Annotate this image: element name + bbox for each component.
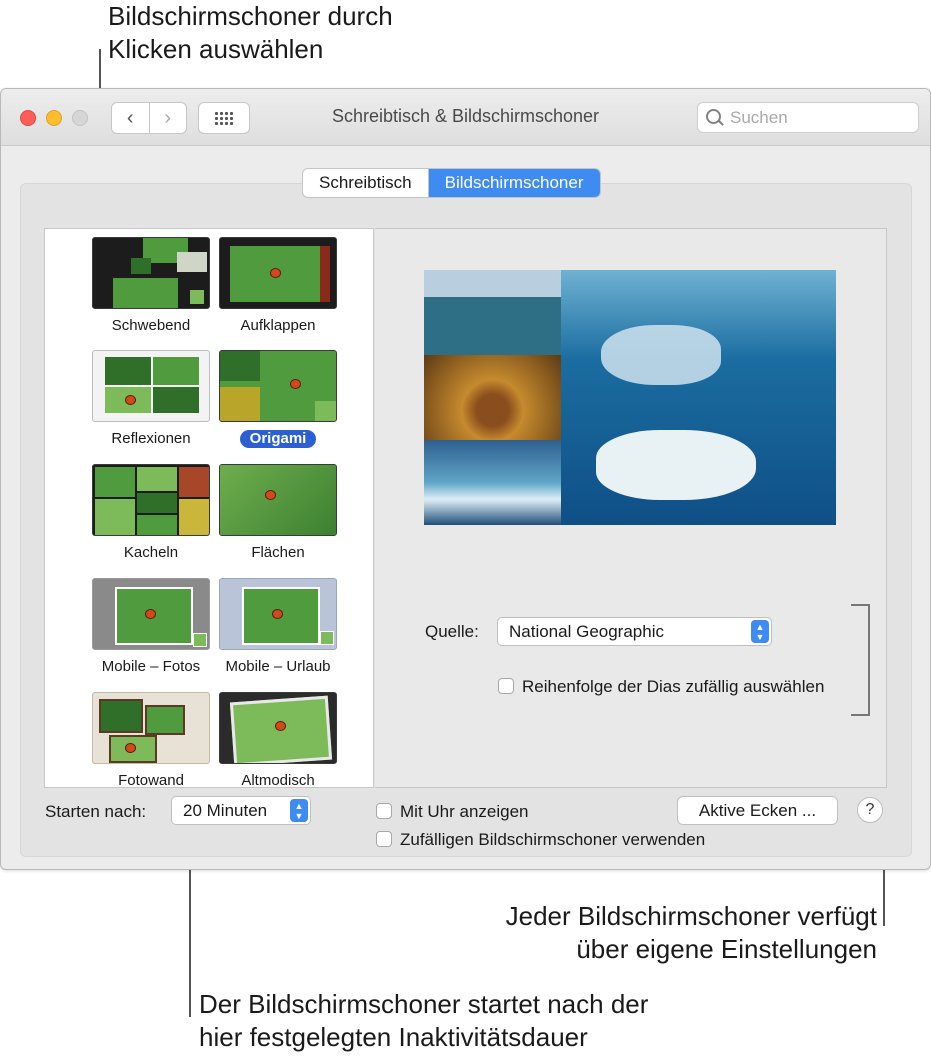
screensaver-label: Kacheln <box>123 544 179 561</box>
forward-icon[interactable]: › <box>148 103 187 133</box>
screensaver-thumbnail <box>92 692 210 764</box>
screensaver-label: Aufklappen <box>240 317 316 334</box>
settings-bracket <box>851 604 870 716</box>
screensaver-thumbnail <box>92 237 210 309</box>
title-bar: ‹ › Schreibtisch & Bildschirmschoner <box>1 89 930 146</box>
screensaver-label: Origami <box>239 430 317 448</box>
screensaver-list[interactable]: Schwebend Aufklappen Reflexionen Origami <box>44 228 374 788</box>
screensaver-label: Fotowand <box>118 772 184 788</box>
callout-select-screensaver: Bildschirmschoner durch Klicken auswähle… <box>108 1 393 64</box>
screensaver-thumbnail <box>92 464 210 536</box>
chevron-updown-icon: ▲ ▼ <box>290 799 308 822</box>
search-icon <box>706 109 721 124</box>
show-clock-checkbox[interactable] <box>376 803 392 819</box>
show-all-button[interactable] <box>198 102 250 134</box>
screensaver-preview <box>424 270 836 525</box>
search-input[interactable] <box>728 106 912 130</box>
screensaver-label: Reflexionen <box>111 430 191 447</box>
screensaver-thumbnail <box>219 237 337 309</box>
preview-photo-penguins <box>424 270 561 355</box>
help-button[interactable]: ? <box>857 797 883 823</box>
screensaver-label: Mobile – Fotos <box>101 658 201 675</box>
screensaver-thumbnail <box>92 350 210 422</box>
zoom-button[interactable] <box>72 110 88 126</box>
screensaver-item-origami[interactable]: Origami <box>203 350 353 448</box>
chevron-updown-icon: ▲ ▼ <box>751 620 769 643</box>
start-after-popup[interactable]: 20 Minuten ▲ ▼ <box>171 796 311 825</box>
screensaver-item-flaechen[interactable]: Flächen <box>203 464 353 562</box>
screensaver-label: Mobile – Urlaub <box>225 658 331 675</box>
source-value: National Geographic <box>509 622 664 641</box>
shuffle-label: Reihenfolge der Dias zufällig auswählen <box>522 677 825 696</box>
tab-bildschirmschoner[interactable]: Bildschirmschoner <box>428 169 600 197</box>
random-screensaver-label: Zufälligen Bildschirmschoner verwenden <box>400 830 706 849</box>
shuffle-checkbox[interactable] <box>498 678 514 694</box>
screensaver-item-altmodisch[interactable]: Altmodisch <box>203 692 353 788</box>
start-after-value: 20 Minuten <box>183 801 268 820</box>
screensaver-thumbnail <box>219 464 337 536</box>
preview-photo-ice <box>424 440 561 525</box>
screensaver-label: Schwebend <box>111 317 191 334</box>
grid-icon <box>215 111 233 125</box>
screensaver-thumbnail <box>92 578 210 650</box>
screensaver-thumbnail <box>219 350 337 422</box>
tab-bar: Schreibtisch Bildschirmschoner <box>302 168 601 198</box>
preview-photo-polar-bear <box>561 270 836 525</box>
screensaver-thumbnail <box>219 692 337 764</box>
back-icon[interactable]: ‹ <box>112 103 149 133</box>
tab-schreibtisch[interactable]: Schreibtisch <box>303 169 429 197</box>
close-button[interactable] <box>20 110 36 126</box>
screensaver-item-mobile-urlaub[interactable]: Mobile – Urlaub <box>203 578 353 676</box>
screensaver-thumbnail <box>219 578 337 650</box>
show-clock-label: Mit Uhr anzeigen <box>400 802 529 821</box>
source-label: Quelle: <box>425 622 479 641</box>
screensaver-label: Flächen <box>251 544 305 561</box>
callout-start-after: Der Bildschirmschoner startet nach der h… <box>199 989 649 1052</box>
screensaver-label: Altmodisch <box>241 772 315 788</box>
callout-own-settings: Jeder Bildschirmschoner verfügt über eig… <box>505 901 877 964</box>
random-screensaver-checkbox[interactable] <box>376 831 392 847</box>
screensaver-item-aufklappen[interactable]: Aufklappen <box>203 237 353 335</box>
minimize-button[interactable] <box>46 110 62 126</box>
search-field[interactable] <box>697 102 919 133</box>
source-popup[interactable]: National Geographic ▲ ▼ <box>497 617 772 646</box>
navigation-buttons: ‹ › <box>111 102 187 134</box>
window-title: Schreibtisch & Bildschirmschoner <box>331 106 600 126</box>
hot-corners-button[interactable]: Aktive Ecken ... <box>677 796 838 825</box>
preview-photo-lioness <box>424 355 561 440</box>
start-after-label: Starten nach: <box>45 802 147 821</box>
